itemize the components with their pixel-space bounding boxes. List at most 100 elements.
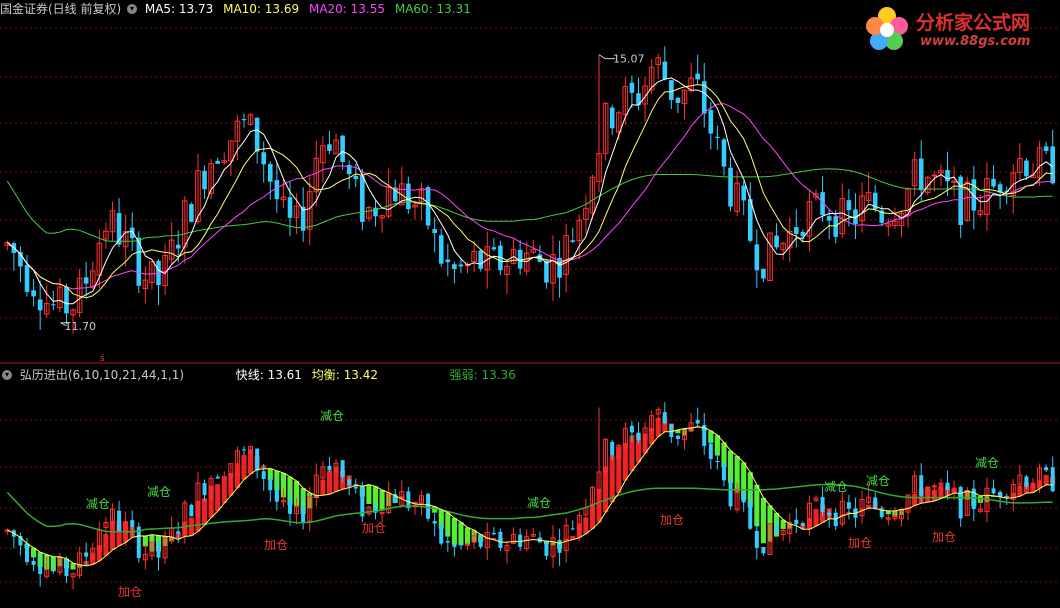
- watermark-title: 分析家公式网: [916, 12, 1031, 34]
- reduce-position-label: 减仓: [824, 480, 848, 494]
- indicator-candle-body: [945, 482, 950, 491]
- candle-body: [754, 244, 760, 271]
- indicator-candle-body: [636, 432, 641, 441]
- candle-body: [826, 216, 832, 221]
- candle-body: [675, 97, 681, 103]
- reduce-position-label: 减仓: [86, 497, 110, 511]
- candle-body: [728, 167, 733, 207]
- indicator-candle-body: [176, 531, 181, 534]
- indicator-candle-body: [426, 493, 431, 519]
- indicator-candle-body: [498, 531, 503, 548]
- kline-chart[interactable]: 15.0711.70ś减仓减仓减仓减仓减仓 减仓减仓加仓加仓加仓加仓加仓 加仓: [0, 0, 1060, 608]
- indicator-candle-body: [215, 476, 220, 479]
- indicator-candle-body: [347, 479, 352, 486]
- indicator-candle-body: [1004, 496, 1009, 498]
- candle-body: [931, 174, 938, 177]
- signal-mark: ś: [100, 353, 105, 364]
- candle-body: [51, 304, 56, 306]
- add-position-label: 加仓: [264, 538, 288, 552]
- indicator-candle-body: [774, 525, 779, 533]
- high-price-label: 15.07: [613, 53, 645, 66]
- candle-body: [274, 180, 280, 200]
- indicator-candle-body: [452, 544, 457, 548]
- candle-body: [1050, 146, 1056, 184]
- candle-body: [360, 175, 365, 222]
- indicator-candle-body: [241, 449, 246, 451]
- candle-body: [991, 178, 996, 187]
- candle-body: [846, 200, 852, 211]
- reduce-position-label: 减仓: [975, 456, 999, 470]
- candle-body: [761, 268, 766, 279]
- indicator-candle-body: [38, 566, 43, 574]
- add-position-label: 加仓: [362, 521, 386, 535]
- candle-body: [202, 170, 207, 190]
- flower-icon: [866, 7, 908, 50]
- candle-body: [129, 227, 135, 239]
- indicator-candle-body: [991, 488, 996, 494]
- candle-body: [432, 229, 437, 233]
- indicator-candle-body: [261, 471, 266, 479]
- indicator-candle-body: [951, 489, 957, 492]
- candle-body: [24, 264, 30, 292]
- indicator-candle-body: [1050, 467, 1055, 492]
- indicator-candle-body: [25, 544, 30, 563]
- indicator-candle-body: [130, 520, 135, 528]
- indicator-candle-body: [662, 412, 667, 424]
- indicator-candle-body: [873, 497, 878, 509]
- candle-body: [695, 73, 700, 80]
- indicator-candle-body: [794, 519, 799, 525]
- candle-body: [452, 264, 457, 269]
- indicator-candle-body: [478, 535, 483, 547]
- ma5-line: [6, 77, 1053, 305]
- indicator-candle-body: [340, 460, 345, 478]
- indicator-candle-body: [748, 501, 753, 529]
- indicator-candle-body: [728, 481, 733, 507]
- candle-body: [189, 204, 194, 222]
- low-price-label: 11.70: [64, 320, 96, 333]
- indicator-candle-body: [432, 521, 437, 524]
- candle-body: [406, 183, 411, 210]
- indicator-candle-body: [84, 552, 89, 557]
- candle-body: [544, 260, 549, 283]
- candle-body: [267, 164, 273, 182]
- watermark-logo: 分析家公式网 www.88gs.com: [862, 2, 1058, 54]
- candle-body: [741, 185, 746, 201]
- candle-body: [833, 216, 839, 237]
- indicator-candle-body: [439, 525, 444, 544]
- indicator-candle-body: [156, 541, 161, 558]
- candle-body: [609, 107, 615, 129]
- candle-body: [662, 61, 668, 80]
- candle-body: [215, 160, 220, 164]
- indicator-candle-body: [202, 483, 207, 496]
- indicator-candle-body: [931, 485, 937, 488]
- candle-body: [353, 176, 359, 180]
- candle-body: [254, 117, 260, 152]
- indicator-candle-body: [715, 461, 720, 463]
- indicator-candle-body: [754, 531, 759, 548]
- indicator-candle-body: [301, 506, 306, 523]
- indicator-candle-body: [629, 425, 634, 433]
- indicator-candle-body: [353, 486, 358, 489]
- reduce-position-label: 减仓: [866, 474, 890, 488]
- indicator-candle-body: [117, 510, 122, 532]
- indicator-candle-body: [1024, 476, 1029, 487]
- candle-body: [445, 259, 451, 263]
- candle-body: [458, 264, 464, 267]
- add-position-label: 加仓: [848, 536, 872, 550]
- candle-body: [1024, 160, 1029, 177]
- indicator-candle-body: [1044, 467, 1049, 471]
- candle-body: [37, 299, 43, 311]
- candle-body: [669, 80, 674, 100]
- indicator-candle-body: [51, 570, 56, 572]
- indicator-candle-body: [570, 528, 575, 530]
- indicator-candle-body: [465, 543, 471, 546]
- indicator-candle-body: [800, 522, 805, 526]
- candle-body: [774, 235, 779, 248]
- indicator-candle-body: [846, 502, 851, 509]
- candle-body: [570, 240, 576, 242]
- candle-body: [340, 135, 345, 162]
- candle-body: [425, 187, 431, 226]
- indicator-candle-body: [445, 540, 450, 543]
- reduce-position-label: 减仓: [527, 496, 551, 510]
- add-position-label: 加仓: [932, 530, 956, 544]
